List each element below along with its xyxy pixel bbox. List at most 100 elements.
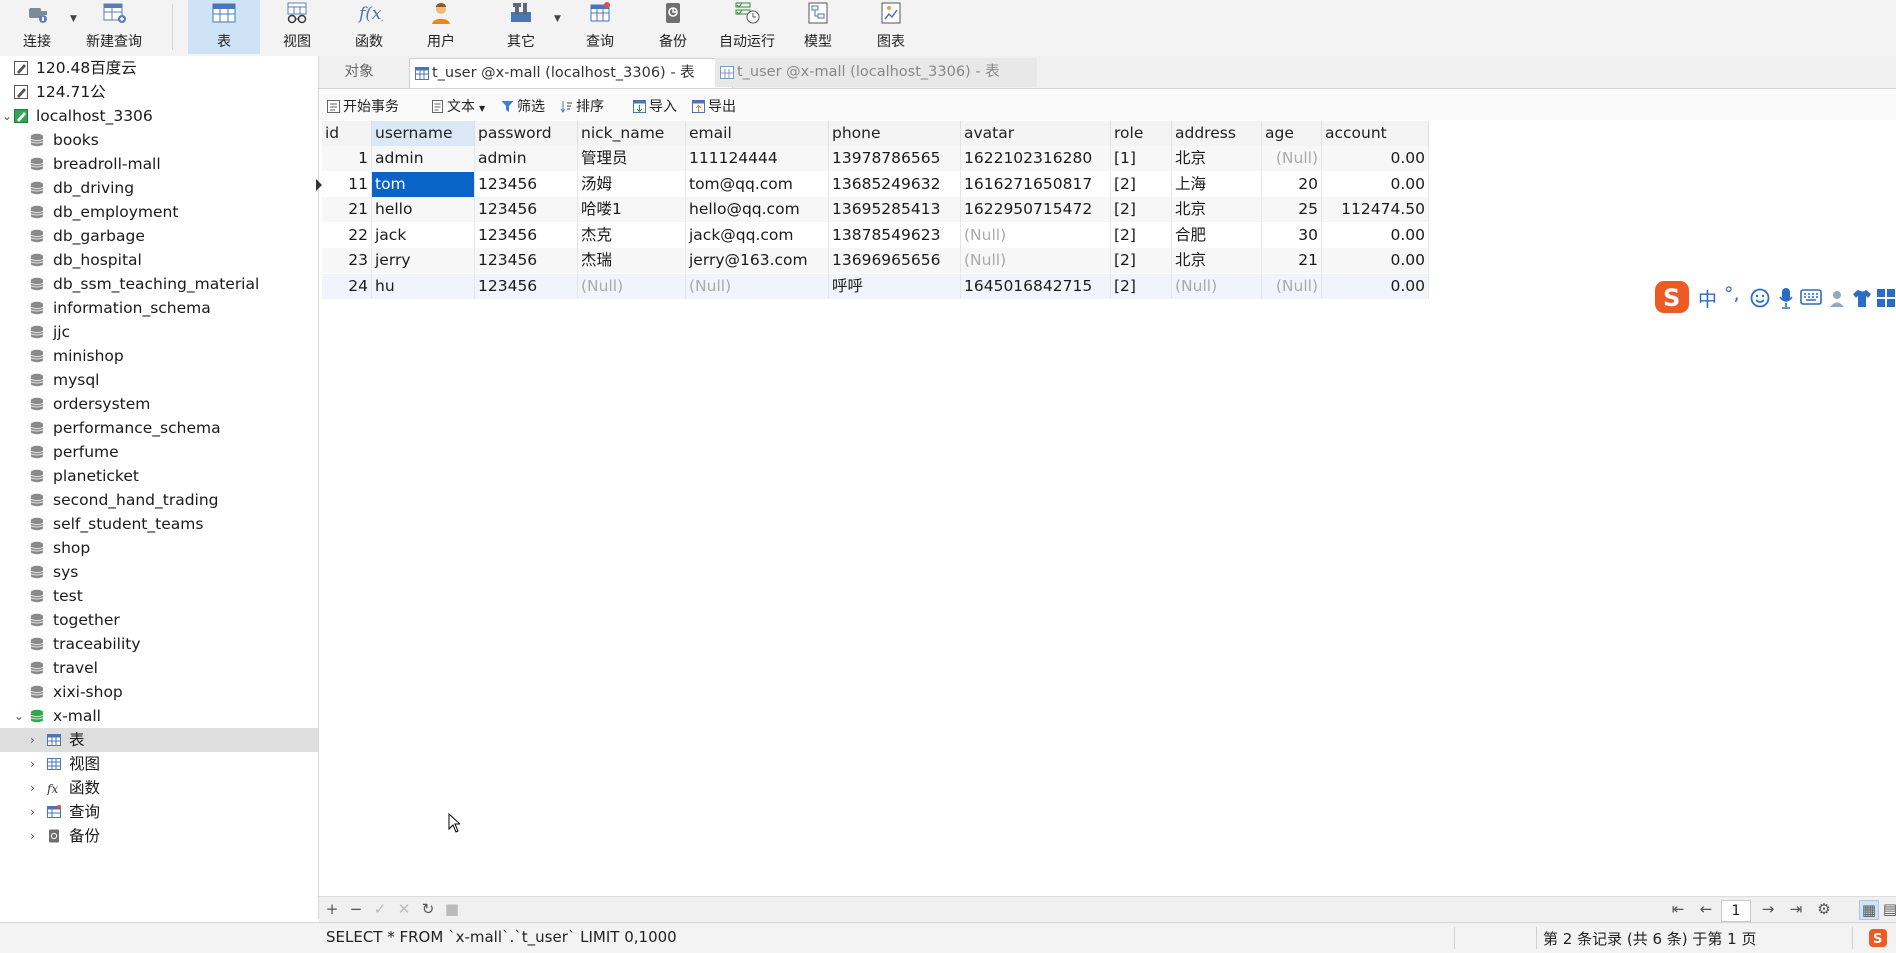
table-cell-id[interactable]: 24 bbox=[322, 273, 372, 299]
tree-database-item[interactable]: information_schema bbox=[0, 296, 318, 320]
import-button[interactable]: 导入 bbox=[633, 96, 677, 118]
chart-toolbar-button[interactable]: 图表 bbox=[856, 0, 926, 54]
tab-objects[interactable]: 对象 bbox=[329, 58, 389, 87]
table-cell-username[interactable]: hu bbox=[372, 273, 475, 299]
tree-database-item[interactable]: shop bbox=[0, 536, 318, 560]
user-toolbar-button[interactable]: 用户 bbox=[406, 0, 476, 54]
table-cell-role[interactable]: [1] bbox=[1111, 146, 1172, 171]
chevron-right-icon[interactable]: › bbox=[30, 728, 35, 752]
add-record-button[interactable]: + bbox=[323, 900, 341, 918]
table-cell-role[interactable]: [2] bbox=[1111, 171, 1172, 197]
tab-table-inactive[interactable]: t_user @x-mall (localhost_3306) - 表 bbox=[715, 58, 1037, 87]
column-header[interactable]: age bbox=[1262, 121, 1322, 146]
chevron-right-icon[interactable]: › bbox=[30, 824, 35, 848]
table-cell-avatar[interactable]: (Null) bbox=[961, 248, 1111, 273]
tree-node-backups[interactable]: › 备份 bbox=[0, 824, 318, 848]
tree-connection[interactable]: 120.48百度云 bbox=[0, 56, 318, 80]
toolbox-icon[interactable] bbox=[1876, 288, 1896, 308]
tree-database-item[interactable]: perfume bbox=[0, 440, 318, 464]
view-toolbar-button[interactable]: 视图 bbox=[262, 0, 332, 54]
table-cell-address[interactable]: 北京 bbox=[1172, 248, 1262, 273]
begin-transaction-button[interactable]: 开始事务 bbox=[327, 96, 399, 118]
tree-database-item[interactable]: xixi-shop bbox=[0, 680, 318, 704]
table-cell-username[interactable]: hello bbox=[372, 197, 475, 222]
chevron-down-icon[interactable]: ⌄ bbox=[2, 104, 12, 128]
chevron-right-icon[interactable]: › bbox=[30, 800, 35, 824]
column-header[interactable]: phone bbox=[829, 121, 961, 146]
apply-changes-button[interactable]: ✓ bbox=[371, 900, 389, 918]
table-cell-phone[interactable]: 13685249632 bbox=[829, 171, 961, 197]
tree-database-item[interactable]: performance_schema bbox=[0, 416, 318, 440]
table-cell-password[interactable]: 123456 bbox=[475, 273, 578, 299]
sort-button[interactable]: 排序 bbox=[560, 96, 604, 118]
table-cell-phone[interactable]: 13878549623 bbox=[829, 222, 961, 248]
discard-changes-button[interactable]: ✕ bbox=[395, 900, 413, 918]
table-row[interactable]: 11 tom 123456 汤姆 tom@qq.com 13685249632 161627… bbox=[316, 171, 1429, 197]
stop-button[interactable]: ■ bbox=[443, 900, 461, 918]
column-header[interactable]: avatar bbox=[961, 121, 1111, 146]
settings-gear-icon[interactable]: ⚙ bbox=[1815, 900, 1833, 918]
sogou-logo-icon[interactable]: S bbox=[1654, 280, 1690, 314]
tree-database-item[interactable]: books bbox=[0, 128, 318, 152]
column-header[interactable]: username bbox=[372, 121, 475, 146]
tree-database-item[interactable]: ordersystem bbox=[0, 392, 318, 416]
table-cell-age[interactable]: 25 bbox=[1262, 197, 1322, 222]
table-cell-nick_name[interactable]: 杰瑞 bbox=[578, 248, 686, 273]
table-cell-password[interactable]: admin bbox=[475, 146, 578, 171]
first-page-button[interactable]: ⇤ bbox=[1669, 900, 1687, 918]
table-cell-password[interactable]: 123456 bbox=[475, 171, 578, 197]
delete-record-button[interactable]: − bbox=[347, 900, 365, 918]
tree-node-tables[interactable]: › 表 bbox=[0, 728, 318, 752]
table-cell-id[interactable]: 23 bbox=[322, 248, 372, 273]
tree-connection-localhost[interactable]: ⌄ localhost_3306 bbox=[0, 104, 318, 128]
table-cell-account[interactable]: 112474.50 bbox=[1322, 197, 1429, 222]
table-cell-email[interactable]: hello@qq.com bbox=[686, 197, 829, 222]
column-header[interactable]: account bbox=[1322, 121, 1429, 146]
backup-toolbar-button[interactable]: 备份 bbox=[638, 0, 708, 54]
tree-database-item[interactable]: minishop bbox=[0, 344, 318, 368]
table-cell-phone[interactable]: 呼呼 bbox=[829, 273, 961, 299]
chevron-right-icon[interactable]: › bbox=[30, 752, 35, 776]
tree-database-item[interactable]: self_student_teams bbox=[0, 512, 318, 536]
ime-mode-toggle[interactable]: 中 bbox=[1698, 285, 1717, 312]
column-header[interactable]: nick_name bbox=[578, 121, 686, 146]
tab-table-active[interactable]: t_user @x-mall (localhost_3306) - 表 bbox=[409, 58, 733, 88]
table-cell-phone[interactable]: 13696965656 bbox=[829, 248, 961, 273]
new-query-button[interactable]: 新建查询 bbox=[78, 0, 150, 54]
column-header[interactable]: address bbox=[1172, 121, 1262, 146]
table-cell-role[interactable]: [2] bbox=[1111, 273, 1172, 299]
model-toolbar-button[interactable]: 模型 bbox=[783, 0, 853, 54]
table-cell-username[interactable]: jack bbox=[372, 222, 475, 248]
table-cell-address[interactable]: 上海 bbox=[1172, 171, 1262, 197]
previous-page-button[interactable]: ← bbox=[1697, 900, 1715, 918]
table-cell-account[interactable]: 0.00 bbox=[1322, 248, 1429, 273]
connect-button[interactable]: 连接 bbox=[2, 0, 72, 54]
table-cell-id[interactable]: 11 bbox=[322, 171, 372, 197]
table-cell-nick_name[interactable]: 杰克 bbox=[578, 222, 686, 248]
table-cell-role[interactable]: [2] bbox=[1111, 248, 1172, 273]
table-cell-age[interactable]: 20 bbox=[1262, 171, 1322, 197]
table-row[interactable]: 22 jack 123456 杰克 jack@qq.com 13878549623 (Nul… bbox=[322, 222, 1429, 248]
query-toolbar-button[interactable]: 查询 bbox=[565, 0, 635, 54]
next-page-button[interactable]: → bbox=[1759, 900, 1777, 918]
table-cell-username[interactable]: jerry bbox=[372, 248, 475, 273]
table-cell-email[interactable]: jerry@163.com bbox=[686, 248, 829, 273]
table-row[interactable]: 23 jerry 123456 杰瑞 jerry@163.com 13696965656(… bbox=[322, 248, 1429, 273]
tree-database-item[interactable]: db_hospital bbox=[0, 248, 318, 272]
tree-database-item[interactable]: test bbox=[0, 584, 318, 608]
keyboard-icon[interactable] bbox=[1800, 289, 1822, 305]
ime-punctuation-toggle[interactable]: °, bbox=[1724, 283, 1740, 305]
refresh-button[interactable]: ↻ bbox=[419, 900, 437, 918]
tree-connection[interactable]: 124.71公 bbox=[0, 80, 318, 104]
user-center-icon[interactable] bbox=[1828, 288, 1848, 308]
table-row[interactable]: 1 admin admin 管理员 111124444 13978786565 162210… bbox=[322, 146, 1429, 171]
grid-view-button[interactable]: ▦ bbox=[1859, 900, 1879, 920]
tree-database-item[interactable]: db_ssm_teaching_material bbox=[0, 272, 318, 296]
tree-node-views[interactable]: › 视图 bbox=[0, 752, 318, 776]
function-toolbar-button[interactable]: f(x) 函数 bbox=[334, 0, 404, 54]
table-cell-email[interactable]: 111124444 bbox=[686, 146, 829, 171]
table-cell-account[interactable]: 0.00 bbox=[1322, 222, 1429, 248]
export-button[interactable]: 导出 bbox=[692, 96, 736, 118]
table-cell-account[interactable]: 0.00 bbox=[1322, 171, 1429, 197]
table-cell-nick_name[interactable]: 汤姆 bbox=[578, 171, 686, 197]
